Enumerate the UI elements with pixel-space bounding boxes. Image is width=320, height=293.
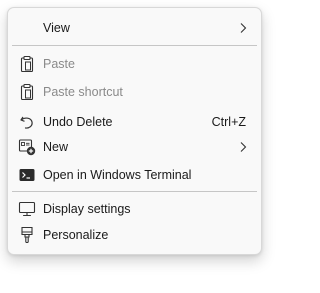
new-item-icon <box>17 137 37 157</box>
clipboard-icon <box>17 54 37 74</box>
menu-separator <box>12 191 257 192</box>
menu-item-new[interactable]: New <box>12 134 257 160</box>
menu-item-label: Paste shortcut <box>43 85 123 99</box>
undo-icon <box>17 112 37 132</box>
menu-separator <box>12 45 257 46</box>
chevron-right-icon <box>240 23 247 33</box>
menu-item-undo-delete[interactable]: Undo Delete Ctrl+Z <box>12 109 257 135</box>
menu-item-label: Personalize <box>43 228 109 242</box>
paintbrush-icon <box>17 225 37 245</box>
menu-item-paste-shortcut[interactable]: Paste shortcut <box>12 79 257 105</box>
menu-item-view[interactable]: View <box>12 15 257 41</box>
menu-item-label: Undo Delete <box>43 115 113 129</box>
menu-item-personalize[interactable]: Personalize <box>12 222 257 248</box>
menu-item-paste[interactable]: Paste <box>12 51 257 77</box>
clipboard-icon <box>17 82 37 102</box>
menu-item-label: Paste <box>43 57 75 71</box>
keyboard-shortcut: Ctrl+Z <box>211 115 246 129</box>
menu-item-display-settings[interactable]: Display settings <box>12 196 257 222</box>
menu-item-label: Open in Windows Terminal <box>43 168 192 182</box>
menu-item-label: Display settings <box>43 202 131 216</box>
menu-item-label: New <box>43 140 69 154</box>
desktop-context-menu: View Paste Paste shortcut Undo Delete Ct… <box>7 7 262 255</box>
menu-item-label: View <box>43 21 70 35</box>
monitor-icon <box>17 199 37 219</box>
chevron-right-icon <box>240 142 247 152</box>
terminal-icon <box>17 165 37 185</box>
menu-item-open-terminal[interactable]: Open in Windows Terminal <box>12 162 257 188</box>
